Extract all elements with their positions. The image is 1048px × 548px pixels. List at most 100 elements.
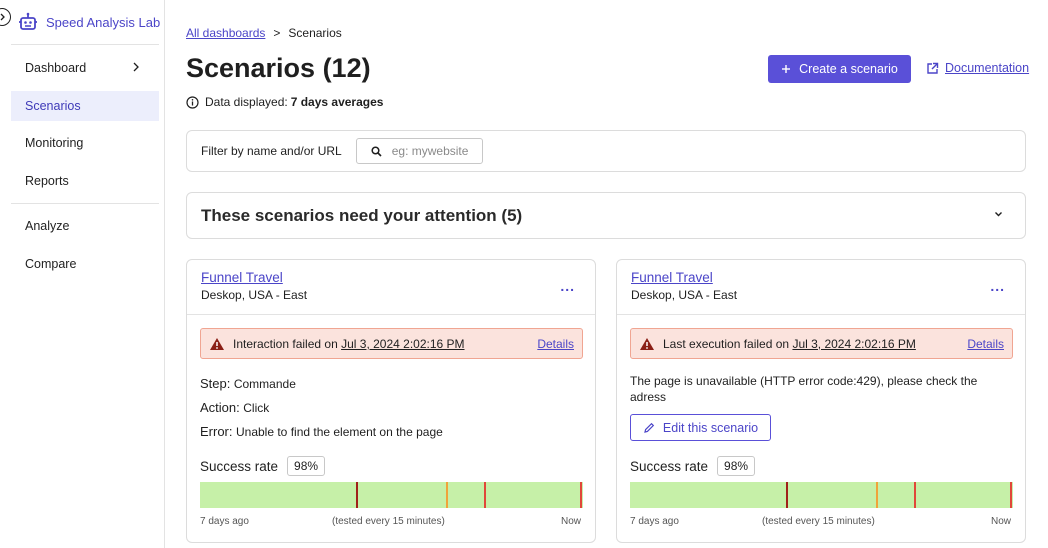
chevron-down-icon[interactable] bbox=[994, 211, 1003, 218]
divider bbox=[11, 203, 159, 204]
timeline-interval-label: (tested every 15 minutes) bbox=[332, 516, 445, 527]
search-icon bbox=[371, 145, 382, 157]
create-scenario-button[interactable]: Create a scenario bbox=[768, 55, 911, 83]
sidebar-item-label: Compare bbox=[25, 257, 77, 271]
scenario-title-link[interactable]: Funnel Travel bbox=[631, 270, 1011, 285]
breadcrumb-link-all-dashboards[interactable]: All dashboards bbox=[186, 26, 265, 40]
timeline-end-label: Now bbox=[561, 516, 582, 527]
scenario-subtitle: Deskop, USA - East bbox=[201, 288, 308, 302]
attention-title: These scenarios need your attention (5) bbox=[201, 205, 523, 225]
sidebar-item-label: Monitoring bbox=[25, 136, 84, 150]
brand[interactable]: Speed Analysis Lab bbox=[18, 12, 160, 32]
card-header: Funnel Travel Deskop, USA - East ... bbox=[617, 260, 1025, 315]
data-info: Data displayed: 7 days averages bbox=[186, 95, 383, 109]
brand-name: Speed Analysis Lab bbox=[46, 14, 161, 30]
success-timeline-bar bbox=[200, 482, 583, 508]
error-label: Error: bbox=[200, 424, 233, 439]
attention-accordion[interactable]: These scenarios need your attention (5) bbox=[186, 192, 1026, 239]
success-rate-badge: 98% bbox=[287, 456, 326, 476]
warning-tick[interactable] bbox=[876, 482, 878, 508]
success-rate-badge: 98% bbox=[717, 456, 756, 476]
error-alert: Interaction failed on Jul 3, 2024 2:02:1… bbox=[200, 328, 583, 359]
action-value: Click bbox=[243, 401, 270, 415]
sidebar-item-label: Analyze bbox=[25, 219, 70, 233]
scenario-card: Funnel Travel Deskop, USA - East ... Int… bbox=[186, 259, 596, 543]
failure-tick[interactable] bbox=[356, 482, 358, 508]
step-value: Commande bbox=[233, 377, 296, 391]
sidebar-item-dashboard[interactable]: Dashboard bbox=[11, 53, 159, 83]
sidebar-item-scenarios[interactable]: Scenarios bbox=[11, 91, 159, 121]
search-input[interactable]: eg: mywebsite bbox=[355, 138, 483, 164]
breadcrumb: All dashboards > Scenarios bbox=[186, 26, 342, 40]
success-timeline-bar bbox=[630, 482, 1013, 508]
page-title: Scenarios (12) bbox=[186, 53, 371, 83]
chevron-right-icon bbox=[0, 13, 5, 21]
success-rate-label: Success rate bbox=[200, 458, 279, 474]
external-link-icon bbox=[927, 62, 939, 74]
success-rate: Success rate 98% bbox=[200, 456, 326, 476]
failure-tick[interactable] bbox=[786, 482, 788, 508]
failure-tick[interactable] bbox=[1010, 482, 1012, 508]
divider bbox=[11, 44, 159, 45]
filter-label: Filter by name and/or URL bbox=[201, 144, 342, 158]
robot-icon bbox=[19, 12, 37, 30]
error-alert: Last execution failed on Jul 3, 2024 2:0… bbox=[630, 328, 1013, 359]
pencil-icon bbox=[644, 422, 655, 433]
scenario-card: Funnel Travel Deskop, USA - East ... Las… bbox=[616, 259, 1026, 543]
sidebar-item-label: Scenarios bbox=[25, 99, 81, 113]
details-link[interactable]: Details bbox=[967, 337, 1004, 351]
warning-icon bbox=[640, 337, 654, 350]
edit-scenario-button[interactable]: Edit this scenario bbox=[630, 414, 771, 441]
failure-tick[interactable] bbox=[484, 482, 486, 508]
alert-prefix: Interaction failed on bbox=[233, 336, 338, 351]
documentation-link[interactable]: Documentation bbox=[926, 61, 1029, 75]
edit-scenario-label: Edit this scenario bbox=[662, 420, 759, 435]
data-info-label: Data displayed: bbox=[205, 95, 288, 109]
sidebar: Speed Analysis Lab Dashboard Scenarios M… bbox=[0, 0, 165, 548]
timeline-start-label: 7 days ago bbox=[200, 516, 249, 527]
more-options-button[interactable]: ... bbox=[990, 278, 1005, 294]
failure-tick[interactable] bbox=[914, 482, 916, 508]
alert-text: Interaction failed on Jul 3, 2024 2:02:1… bbox=[233, 337, 465, 351]
sidebar-item-label: Reports bbox=[25, 174, 69, 188]
chevron-right-icon bbox=[133, 62, 139, 72]
search-placeholder: eg: mywebsite bbox=[391, 144, 469, 158]
timeline-interval-label: (tested every 15 minutes) bbox=[762, 516, 875, 527]
sidebar-item-compare[interactable]: Compare bbox=[11, 249, 159, 279]
sidebar-toggle-button[interactable] bbox=[0, 8, 11, 26]
warning-tick[interactable] bbox=[446, 482, 448, 508]
scenario-subtitle: Deskop, USA - East bbox=[631, 288, 738, 302]
alert-timestamp: Jul 3, 2024 2:02:16 PM bbox=[792, 336, 916, 351]
sidebar-item-label: Dashboard bbox=[25, 61, 87, 75]
step-label: Step: bbox=[200, 376, 231, 391]
alert-prefix: Last execution failed on bbox=[663, 336, 790, 351]
warning-icon bbox=[210, 337, 224, 350]
error-message: The page is unavailable (HTTP error code… bbox=[630, 374, 978, 404]
alert-text: Last execution failed on Jul 3, 2024 2:0… bbox=[663, 337, 916, 351]
sidebar-item-reports[interactable]: Reports bbox=[11, 166, 159, 196]
details-link[interactable]: Details bbox=[537, 337, 574, 351]
filter-bar: Filter by name and/or URL eg: mywebsite bbox=[186, 130, 1026, 172]
action-row: Action: Click bbox=[200, 400, 269, 415]
info-icon bbox=[186, 95, 199, 109]
sidebar-item-monitoring[interactable]: Monitoring bbox=[11, 128, 159, 158]
error-value: Unable to find the element on the page bbox=[235, 425, 443, 439]
documentation-label: Documentation bbox=[945, 61, 1030, 75]
error-row: Error: Unable to find the element on the… bbox=[200, 424, 443, 439]
card-header: Funnel Travel Deskop, USA - East ... bbox=[187, 260, 595, 315]
timeline-start-label: 7 days ago bbox=[630, 516, 679, 527]
breadcrumb-separator: > bbox=[273, 26, 281, 40]
action-label: Action: bbox=[200, 400, 240, 415]
scenario-title-link[interactable]: Funnel Travel bbox=[201, 270, 581, 285]
sidebar-item-analyze[interactable]: Analyze bbox=[11, 211, 159, 241]
more-options-button[interactable]: ... bbox=[560, 278, 575, 294]
create-scenario-label: Create a scenario bbox=[799, 62, 898, 76]
plus-icon bbox=[782, 65, 791, 73]
step-row: Step: Commande bbox=[200, 376, 296, 391]
breadcrumb-current: Scenarios bbox=[288, 26, 342, 40]
data-info-value: 7 days averages bbox=[290, 95, 384, 109]
alert-timestamp: Jul 3, 2024 2:02:16 PM bbox=[341, 336, 465, 351]
success-rate-label: Success rate bbox=[630, 458, 709, 474]
timeline-end-label: Now bbox=[991, 516, 1012, 527]
failure-tick[interactable] bbox=[580, 482, 582, 508]
